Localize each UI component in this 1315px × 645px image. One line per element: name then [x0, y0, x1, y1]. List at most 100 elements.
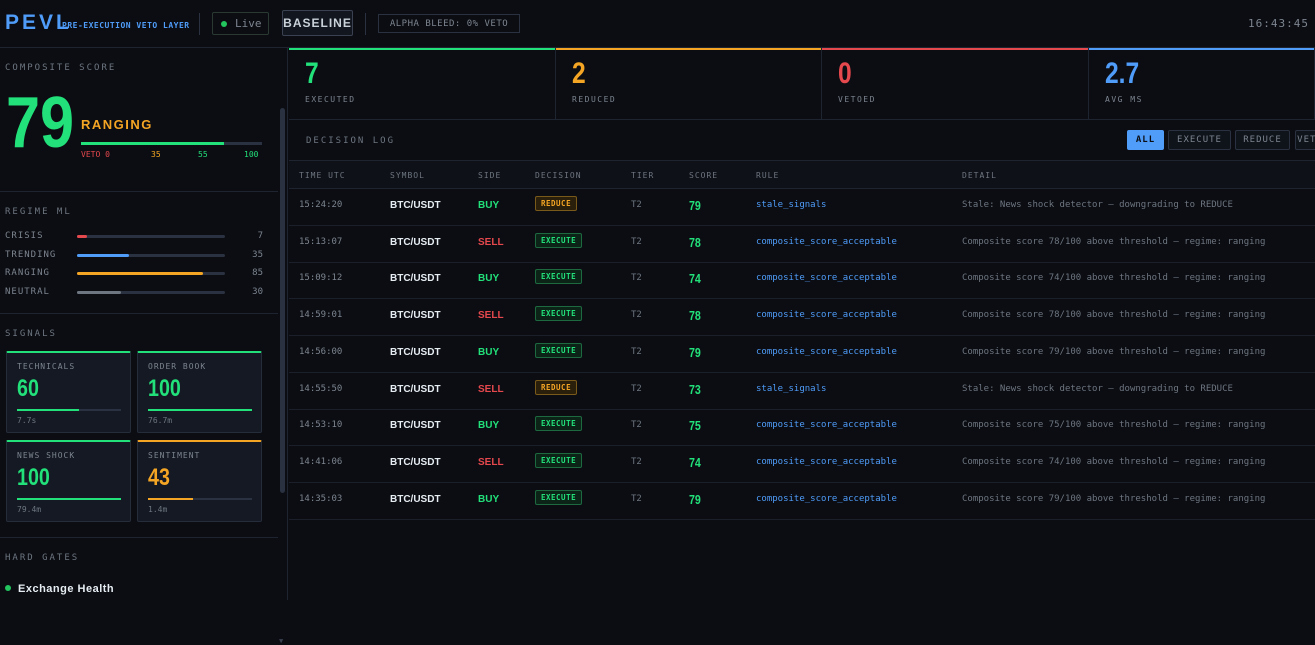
row-rule[interactable]: composite_score_acceptable: [756, 273, 897, 283]
signal-value: 100: [17, 464, 50, 491]
clock: 16:43:45: [1248, 17, 1309, 30]
signal-value: 60: [17, 375, 39, 402]
row-rule[interactable]: composite_score_acceptable: [756, 494, 897, 504]
column-header-tier[interactable]: TIER: [631, 171, 654, 180]
regime-bar-fill: [77, 253, 129, 257]
signal-card-news-shock[interactable]: NEWS SHOCK 100 79.4m: [6, 440, 131, 522]
row-score: 75: [689, 418, 701, 434]
sidebar-scrollbar[interactable]: [280, 108, 285, 493]
filter-reduce[interactable]: REDUCE: [1235, 130, 1290, 150]
row-time: 15:09:12: [299, 273, 343, 284]
signal-bar-fill: [148, 498, 193, 500]
column-header-rule[interactable]: RULE: [756, 171, 779, 180]
regime-row-neutral: NEUTRAL 30: [5, 287, 263, 299]
row-symbol: BTC/USDT: [390, 383, 441, 395]
row-rule[interactable]: composite_score_acceptable: [756, 310, 897, 320]
decision-badge: EXECUTE: [535, 232, 583, 248]
decision-badge: REDUCE: [535, 379, 578, 395]
row-side: BUY: [478, 346, 500, 358]
filter-all[interactable]: ALL: [1127, 130, 1164, 150]
composite-score-title: COMPOSITE SCORE: [5, 63, 117, 73]
table-row[interactable]: 14:56:00 BTC/USDT BUY EXECUTE T2 79 composite_…: [289, 336, 1315, 373]
row-score: 78: [689, 308, 701, 324]
metric-accent-line: [822, 48, 1088, 50]
table-row[interactable]: 15:13:07 BTC/USDT SELL EXECUTE T2 78 composite…: [289, 226, 1315, 263]
column-header-detail[interactable]: DETAIL: [962, 171, 997, 180]
regime-value: 7: [257, 231, 263, 241]
regime-bar: [77, 290, 225, 294]
signal-bar: [17, 409, 121, 411]
gate-exchange-health[interactable]: Exchange Health: [5, 583, 114, 595]
metric-label: VETOED: [838, 95, 876, 104]
row-detail: Composite score 78/100 above threshold —…: [962, 310, 1266, 321]
row-time: 14:59:01: [299, 310, 343, 321]
table-row[interactable]: 15:09:12 BTC/USDT BUY EXECUTE T2 74 composite_…: [289, 262, 1315, 300]
scroll-down-icon[interactable]: ▼: [279, 637, 283, 645]
column-header-score[interactable]: SCORE: [689, 171, 718, 180]
regime-label: RANGING: [81, 117, 153, 132]
table-row[interactable]: 14:35:03 BTC/USDT BUY EXECUTE T2 79 composite_…: [289, 483, 1315, 520]
row-rule[interactable]: composite_score_acceptable: [756, 457, 897, 467]
sidebar: COMPOSITE SCORE 79 RANGING VETO 0 35 55 …: [0, 48, 288, 645]
alpha-bleed-badge: ALPHA BLEED: 0% VETO: [378, 14, 520, 33]
decision-badge: REDUCE: [535, 196, 578, 211]
regime-row-ranging: RANGING 85: [5, 268, 263, 280]
table-row[interactable]: 14:59:01 BTC/USDT SELL EXECUTE T2 78 composite…: [289, 299, 1315, 337]
regime-label: CRISIS: [5, 231, 44, 241]
table-row[interactable]: 14:41:06 BTC/USDT SELL EXECUTE T2 74 composite…: [289, 446, 1315, 483]
table-row[interactable]: 15:24:20 BTC/USDT BUY REDUCE T2 79 stale_signa…: [289, 189, 1315, 226]
row-rule[interactable]: stale_signals: [756, 384, 826, 394]
row-rule[interactable]: composite_score_acceptable: [756, 420, 897, 430]
filter-veto[interactable]: VETO: [1295, 130, 1315, 150]
metric-value: 0: [838, 57, 852, 90]
column-header-side[interactable]: SIDE: [478, 171, 501, 180]
regime-bar: [77, 272, 225, 275]
row-rule[interactable]: composite_score_acceptable: [756, 347, 897, 357]
metric-reduced: 2 REDUCED: [556, 48, 822, 120]
column-header-decision[interactable]: DECISION: [535, 171, 582, 180]
regime-bar-fill: [77, 290, 122, 294]
column-header-symbol[interactable]: SYMBOL: [390, 171, 425, 180]
log-table-header: TIME UTC SYMBOL SIDE DECISION TIER SCORE RULE D…: [289, 160, 1315, 189]
row-tier: T2: [631, 383, 642, 394]
signal-label: SENTIMENT: [148, 451, 201, 460]
row-detail: Composite score 74/100 above threshold —…: [962, 456, 1266, 467]
table-row[interactable]: 14:53:10 BTC/USDT BUY EXECUTE T2 75 composite_…: [289, 409, 1315, 447]
row-side: SELL: [478, 310, 504, 322]
regime-row-crisis: CRISIS 7: [5, 231, 263, 243]
status-dot-icon: [5, 585, 11, 591]
table-row[interactable]: 14:55:50 BTC/USDT SELL REDUCE T2 73 stale_sign…: [289, 373, 1315, 410]
divider: [0, 191, 278, 192]
composite-score-value: 79: [6, 83, 75, 163]
composite-score-bar-fill: [81, 142, 224, 145]
row-tier: T2: [631, 493, 642, 504]
live-status-dot-icon: [221, 21, 227, 27]
decision-badge: EXECUTE: [535, 269, 583, 285]
signals-title: SIGNALS: [5, 329, 57, 339]
row-score: 73: [689, 381, 701, 397]
metric-avg-ms: 2.7 AVG MS: [1089, 48, 1315, 120]
row-detail: Composite score 75/100 above threshold —…: [962, 420, 1266, 431]
signal-card-order-book[interactable]: ORDER BOOK 100 76.7m: [137, 351, 262, 433]
metric-executed: 7 EXECUTED: [289, 48, 556, 120]
row-rule[interactable]: composite_score_acceptable: [756, 237, 897, 247]
metric-label: EXECUTED: [305, 95, 356, 104]
decision-badge: EXECUTE: [535, 489, 583, 505]
filter-execute[interactable]: EXECUTE: [1168, 130, 1231, 150]
signal-age: 79.4m: [17, 505, 42, 514]
live-toggle[interactable]: Live: [212, 12, 269, 35]
row-symbol: BTC/USDT: [390, 273, 441, 285]
row-side: SELL: [478, 456, 504, 468]
column-header-time-utc[interactable]: TIME UTC: [299, 171, 346, 180]
signal-bar-fill: [17, 409, 80, 411]
row-side: BUY: [478, 420, 500, 432]
row-tier: T2: [631, 310, 642, 321]
row-rule[interactable]: stale_signals: [756, 200, 826, 210]
row-score: 79: [689, 344, 701, 360]
row-tier: T2: [631, 420, 642, 431]
signal-card-sentiment[interactable]: SENTIMENT 43 1.4m: [137, 440, 262, 522]
signal-card-technicals[interactable]: TECHNICALS 60 7.7s: [6, 351, 131, 433]
baseline-button[interactable]: BASELINE: [282, 10, 353, 36]
signal-label: ORDER BOOK: [148, 362, 207, 371]
row-detail: Composite score 79/100 above threshold —…: [962, 346, 1266, 357]
